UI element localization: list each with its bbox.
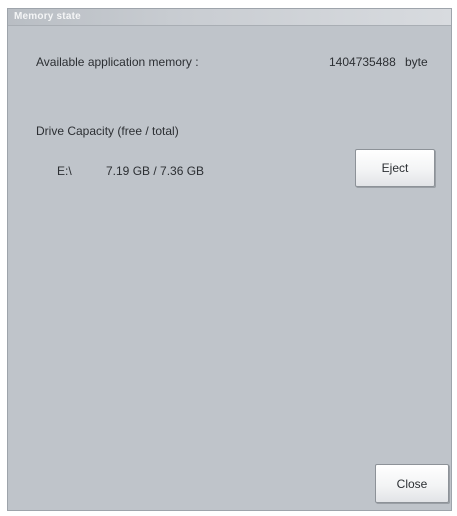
window-title: Memory state	[14, 11, 81, 22]
close-button[interactable]: Close	[375, 464, 449, 503]
available-memory-label: Available application memory :	[36, 55, 199, 69]
drive-capacity-value: 7.19 GB / 7.36 GB	[106, 164, 205, 178]
eject-button[interactable]: Eject	[355, 149, 435, 187]
drive-letter: E:\	[57, 164, 72, 178]
title-bar: Memory state	[8, 9, 451, 26]
available-memory-value: 1404735488	[329, 55, 396, 69]
memory-state-dialog: Memory state Available application memor…	[7, 8, 452, 511]
drive-capacity-header: Drive Capacity (free / total)	[36, 124, 179, 138]
available-memory-unit: byte	[405, 55, 428, 69]
